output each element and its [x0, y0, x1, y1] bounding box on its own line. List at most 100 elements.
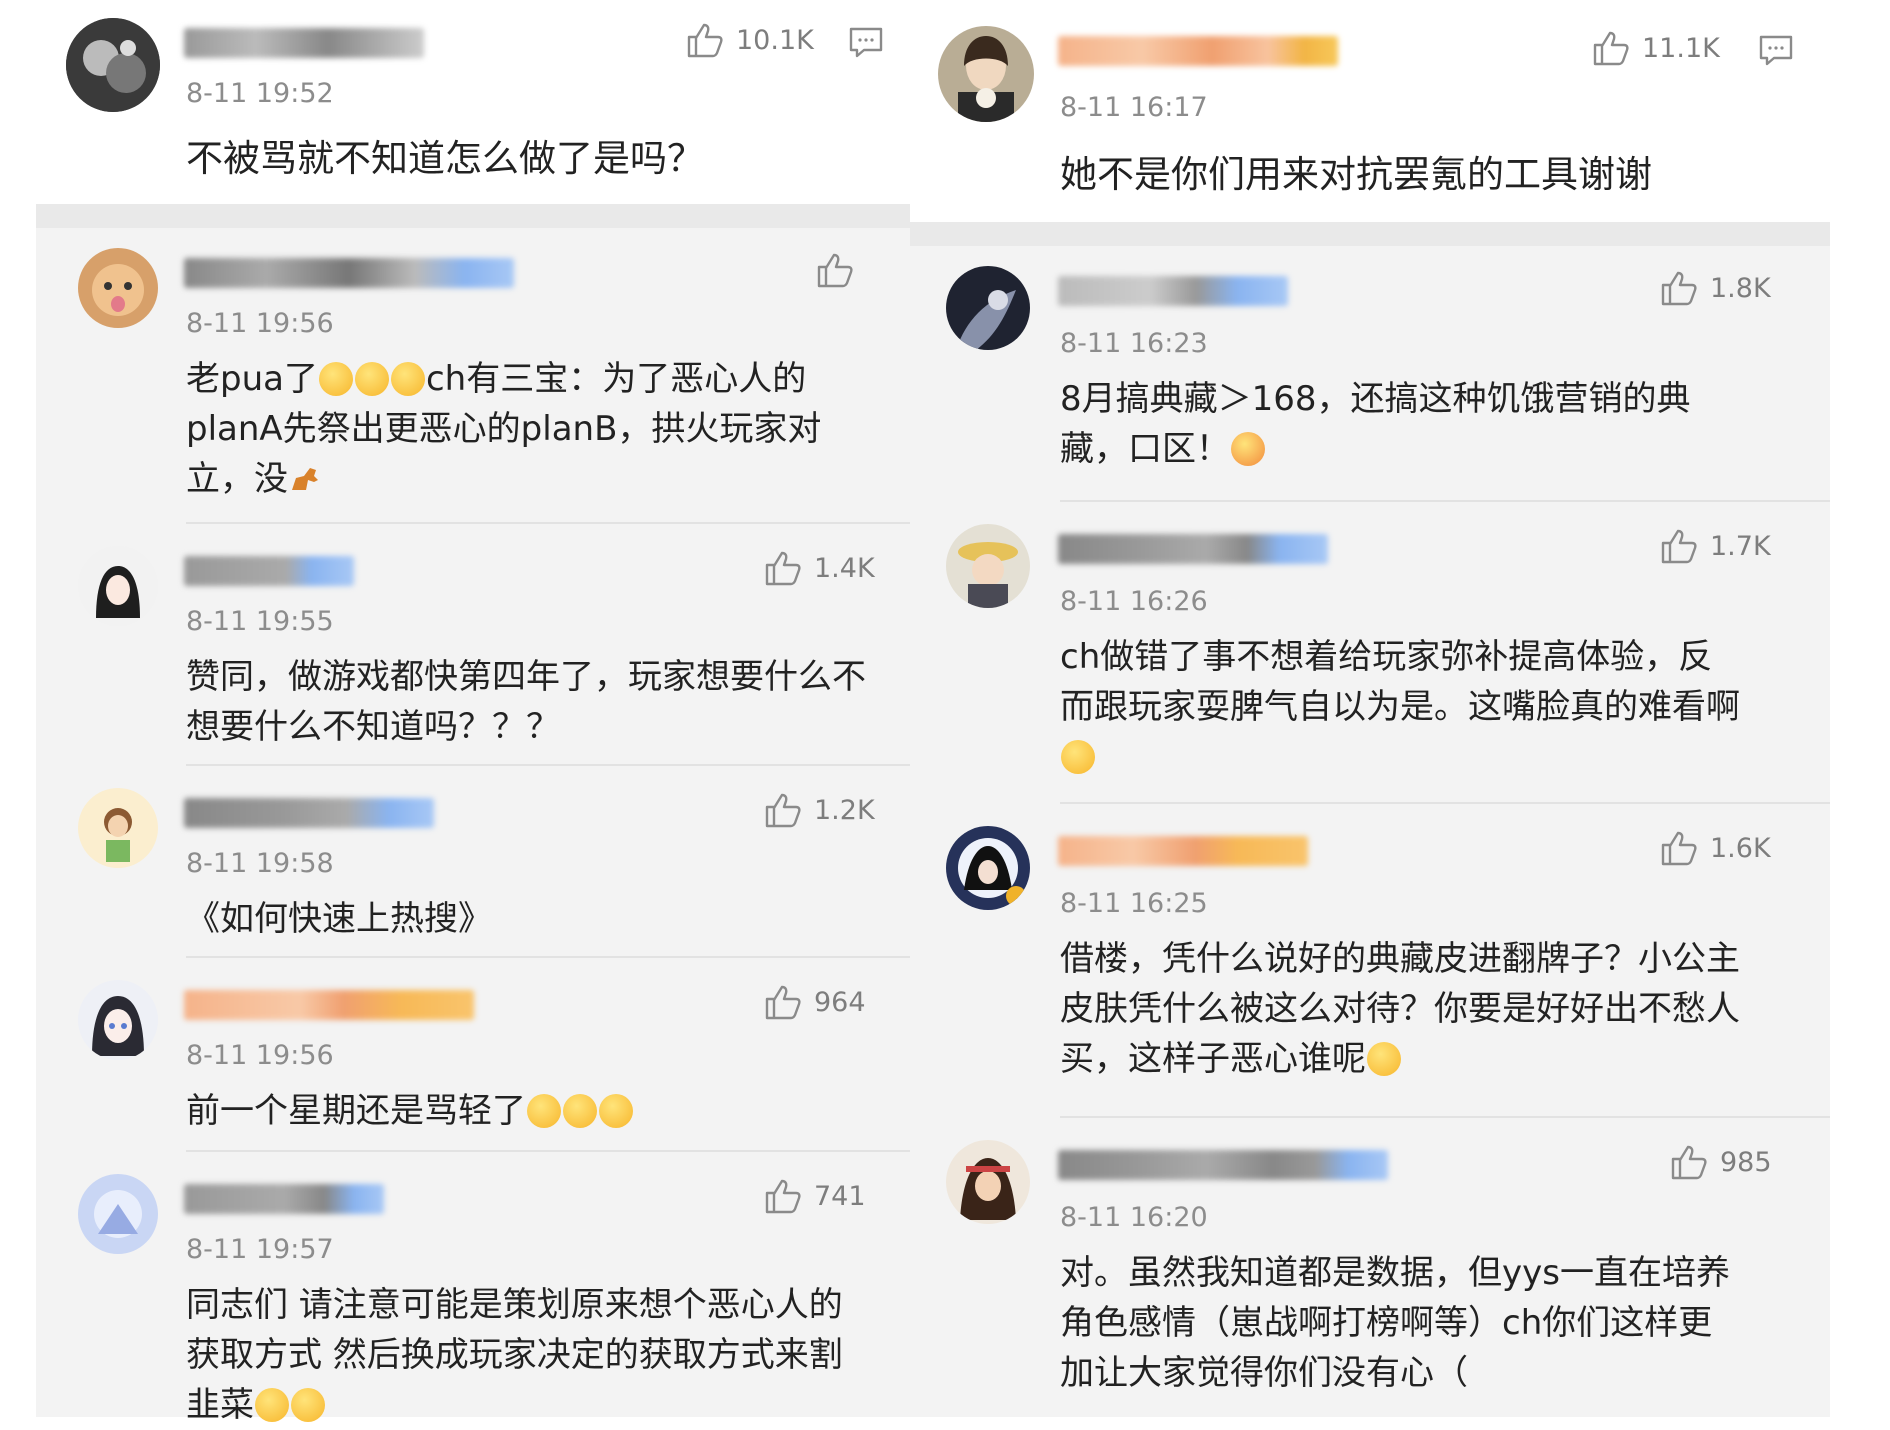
reply-text-line: 而跟玩家耍脾气自以为是。这嘴脸真的难看啊 — [1060, 687, 1740, 727]
thumbs-up-icon — [1671, 1145, 1707, 1180]
reply-time: 8-11 19:58 — [186, 848, 334, 879]
like-button[interactable] — [816, 252, 866, 288]
like-button[interactable]: 1.7K — [1660, 528, 1771, 564]
username-blurred[interactable] — [184, 28, 424, 58]
comment-icon[interactable] — [1758, 34, 1794, 72]
comment-text: 她不是你们用来对抗罢氪的工具谢谢 — [1060, 153, 1652, 196]
crying-emoji-icon — [1231, 432, 1265, 466]
reply-time: 8-11 19:57 — [186, 1234, 334, 1265]
like-count: 1.6K — [1710, 832, 1771, 864]
username-blurred[interactable] — [184, 1184, 384, 1214]
like-count: 1.7K — [1710, 530, 1771, 562]
reply-text-line: 对。虽然我知道都是数据，但yys一直在培养 — [1060, 1253, 1730, 1293]
reply-text-line: 《如何快速上热搜》 — [186, 899, 492, 939]
reply-text: 同志们 请注意可能是策划原来想个恶心人的 获取方式 然后换成玩家决定的获取方式来… — [186, 1280, 843, 1430]
reply-text-line: 同志们 请注意可能是策划原来想个恶心人的 — [186, 1285, 843, 1325]
divider — [1060, 802, 1830, 804]
avatar[interactable] — [78, 546, 158, 626]
reply-text-line: ch有三宝：为了恶心人的 — [425, 359, 807, 399]
hmm-emoji-icon — [527, 1094, 561, 1128]
avatar[interactable] — [938, 26, 1034, 122]
divider — [186, 956, 910, 958]
comment-icon[interactable] — [848, 26, 884, 64]
avatar[interactable] — [78, 980, 158, 1060]
divider — [186, 764, 910, 766]
smirk-emoji-icon — [1061, 740, 1095, 774]
reply-text-line: planA先祭出更恶心的planB，拱火玩家对 — [186, 409, 822, 449]
like-button[interactable]: 741 — [764, 1178, 866, 1214]
reply-text-line: 赞同，做游戏都快第四年了，玩家想要什么不 — [186, 657, 866, 697]
hmm-emoji-icon — [599, 1094, 633, 1128]
scream-emoji-icon — [354, 362, 389, 396]
avatar[interactable] — [946, 826, 1030, 910]
reply-text-line: 买，这样子恶心谁呢 — [1060, 1039, 1366, 1079]
reply-time: 8-11 16:20 — [1060, 1202, 1208, 1233]
reply-text: ch做错了事不想着给玩家弥补提高体验，反 而跟玩家耍脾气自以为是。这嘴脸真的难看… — [1060, 632, 1740, 782]
like-button[interactable]: 985 — [1670, 1144, 1772, 1180]
thumbs-up-icon — [687, 23, 723, 58]
thumbs-up-icon — [765, 1179, 801, 1214]
username-blurred[interactable] — [1058, 276, 1288, 306]
reply-text-line: 角色感情（崽战啊打榜啊等）ch你们这样更 — [1060, 1303, 1713, 1343]
avatar[interactable] — [66, 18, 160, 112]
reply-time: 8-11 16:23 — [1060, 328, 1208, 359]
reply-text-line: 8月搞典藏＞168，还搞这种饥饿营销的典 — [1060, 379, 1691, 419]
reply-text: 对。虽然我知道都是数据，但yys一直在培养 角色感情（崽战啊打榜啊等）ch你们这… — [1060, 1248, 1730, 1398]
like-button[interactable]: 964 — [764, 984, 866, 1020]
thumbs-up-icon — [765, 551, 801, 586]
reply-text-line: 借楼，凭什么说好的典藏皮进翻牌子？小公主 — [1060, 939, 1740, 979]
scream-emoji-icon — [390, 362, 425, 396]
reply-list: 8-11 19:56 老pua了 ch有三宝：为了恶心人的 planA先祭出更恶心… — [36, 228, 910, 1425]
avatar[interactable] — [78, 788, 158, 868]
thumbs-up-icon — [1661, 529, 1697, 564]
username-blurred[interactable] — [1058, 534, 1328, 564]
reply-text: 前一个星期还是骂轻了 — [186, 1086, 634, 1136]
avatar[interactable] — [946, 1140, 1030, 1224]
thumbs-up-icon — [765, 793, 801, 828]
left-comment-panel: 8-11 19:52 10.1K 不被骂就不知道怎么做了是吗？ 8-11 19:… — [36, 0, 910, 1425]
avatar[interactable] — [946, 524, 1030, 608]
like-count: 1.8K — [1710, 272, 1771, 304]
comment-time: 8-11 19:52 — [186, 78, 334, 109]
like-count: 985 — [1720, 1146, 1772, 1178]
reply-text-line: 加让大家觉得你们没有心（ — [1060, 1353, 1468, 1393]
comment-time: 8-11 16:17 — [1060, 92, 1208, 123]
reply-text-line: 想要什么不知道吗？？？ — [186, 707, 560, 747]
reply-time: 8-11 16:26 — [1060, 586, 1208, 617]
username-blurred[interactable] — [184, 556, 354, 586]
divider — [186, 522, 910, 524]
hmm-emoji-icon — [563, 1094, 597, 1128]
reply-time: 8-11 16:25 — [1060, 888, 1208, 919]
avatar[interactable] — [78, 1174, 158, 1254]
thumbs-up-icon — [765, 985, 801, 1020]
like-button[interactable]: 1.6K — [1660, 830, 1771, 866]
like-button[interactable]: 1.4K — [764, 550, 875, 586]
avatar[interactable] — [946, 266, 1030, 350]
thumbs-up-icon — [1661, 831, 1697, 866]
like-count: 10.1K — [736, 24, 814, 56]
like-button[interactable]: 1.8K — [1660, 270, 1771, 306]
thumbs-up-icon — [1593, 31, 1629, 66]
like-count: 1.2K — [814, 794, 875, 826]
avatar[interactable] — [78, 248, 158, 328]
reply-text-line: 藏，口区！ — [1060, 429, 1230, 469]
like-button[interactable]: 10.1K — [686, 22, 814, 58]
section-separator — [36, 204, 910, 228]
thumbs-up-icon — [1661, 271, 1697, 306]
divider — [186, 1150, 910, 1152]
main-comment: 8-11 19:52 10.1K 不被骂就不知道怎么做了是吗？ — [36, 0, 910, 204]
username-blurred[interactable] — [184, 798, 434, 828]
reply-text: 《如何快速上热搜》 — [186, 894, 492, 944]
reply-text: 8月搞典藏＞168，还搞这种饥饿营销的典 藏，口区！ — [1060, 374, 1691, 474]
username-blurred[interactable] — [1058, 1150, 1388, 1180]
like-button[interactable]: 1.2K — [764, 792, 875, 828]
username-blurred[interactable] — [184, 258, 514, 288]
username-blurred[interactable] — [184, 990, 474, 1020]
username-blurred[interactable] — [1058, 836, 1308, 866]
section-separator — [910, 222, 1830, 246]
like-count: 11.1K — [1642, 32, 1720, 64]
like-button[interactable]: 11.1K — [1592, 30, 1720, 66]
reply-text: 赞同，做游戏都快第四年了，玩家想要什么不 想要什么不知道吗？？？ — [186, 652, 866, 752]
reply-time: 8-11 19:56 — [186, 1040, 334, 1071]
username-blurred[interactable] — [1058, 36, 1338, 66]
